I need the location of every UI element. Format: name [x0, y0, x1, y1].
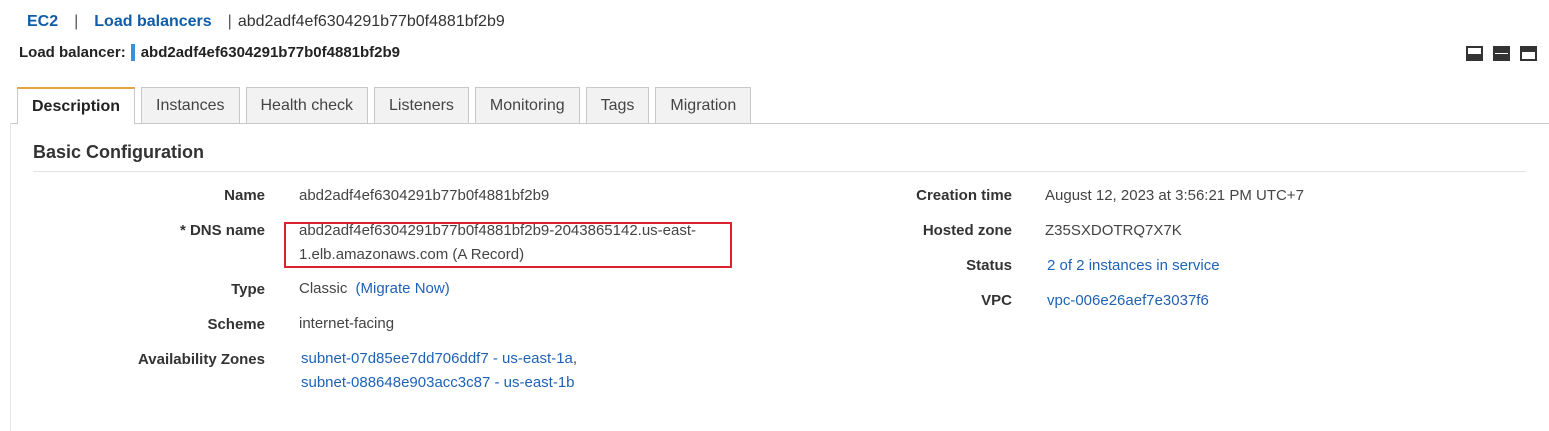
breadcrumb: EC2 | Load balancers | abd2adf4ef6304291…	[27, 13, 505, 31]
dns-name-value-line2: 1.elb.amazonaws.com (A Record)	[299, 246, 525, 263]
status-value: 2 of 2 instances in service	[1047, 254, 1220, 278]
vpc-value: vpc-006e26aef7e3037f6	[1047, 289, 1209, 313]
title-marker	[130, 44, 135, 61]
panel-bottom-icon[interactable]	[1466, 46, 1483, 61]
tab-tags[interactable]: Tags	[585, 87, 650, 123]
breadcrumb-separator: |	[74, 13, 79, 30]
status-link[interactable]: 2 of 2 instances in service	[1047, 257, 1220, 274]
availability-zone-row-1: subnet-07d85ee7dd706ddf7 - us-east-1a,	[301, 347, 577, 371]
type-value: Classic	[299, 280, 348, 297]
breadcrumb-separator: |	[227, 13, 232, 30]
vpc-label: VPC	[981, 292, 1012, 309]
type-label: Type	[231, 281, 265, 298]
az-comma: ,	[572, 350, 578, 367]
dns-name-label: * DNS name	[179, 222, 265, 239]
vpc-link[interactable]: vpc-006e26aef7e3037f6	[1047, 292, 1209, 309]
tab-health-check[interactable]: Health check	[245, 87, 368, 123]
dns-name-value-line1: abd2adf4ef6304291b77b0f4881bf2b9-2043865…	[299, 222, 697, 239]
type-value-row: Classic (Migrate Now)	[299, 277, 450, 301]
tab-bar: Description Instances Health check Liste…	[17, 87, 752, 124]
migrate-now-link[interactable]: (Migrate Now)	[356, 280, 450, 297]
scheme-label: Scheme	[207, 316, 265, 333]
subnet-link-2[interactable]: subnet-088648e903acc3c87 - us-east-1b	[301, 374, 575, 391]
section-title: Basic Configuration	[33, 142, 205, 162]
status-label: Status	[966, 257, 1012, 274]
page-title: Load balancer: abd2adf4ef6304291b77b0f48…	[19, 44, 400, 61]
breadcrumb-ec2-link[interactable]: EC2	[27, 13, 58, 31]
name-value: abd2adf4ef6304291b77b0f4881bf2b9	[299, 187, 550, 204]
creation-time-label: Creation time	[916, 187, 1012, 204]
page-title-name: abd2adf4ef6304291b77b0f4881bf2b9	[140, 44, 401, 61]
tab-monitoring[interactable]: Monitoring	[474, 87, 580, 123]
tab-instances[interactable]: Instances	[141, 87, 240, 123]
availability-zone-row-2: subnet-088648e903acc3c87 - us-east-1b	[301, 371, 575, 395]
tab-migration[interactable]: Migration	[655, 87, 752, 123]
panel-split-icon[interactable]	[1493, 46, 1510, 61]
layout-controls	[1466, 46, 1537, 61]
availability-zones-label: Availability Zones	[138, 351, 265, 368]
breadcrumb-load-balancers-link[interactable]: Load balancers	[94, 13, 211, 31]
panel-border	[10, 123, 11, 431]
breadcrumb-current: abd2adf4ef6304291b77b0f4881bf2b9	[237, 13, 505, 30]
creation-time-value: August 12, 2023 at 3:56:21 PM UTC+7	[1045, 187, 1304, 204]
tab-listeners[interactable]: Listeners	[374, 87, 469, 123]
scheme-value: internet-facing	[299, 315, 395, 332]
section-divider	[33, 171, 1526, 172]
tab-description[interactable]: Description	[17, 87, 136, 124]
subnet-link-1[interactable]: subnet-07d85ee7dd706ddf7 - us-east-1a	[301, 350, 573, 367]
page-title-label: Load balancer:	[19, 44, 126, 61]
hosted-zone-value: Z35SXDOTRQ7X7K	[1045, 222, 1182, 239]
name-label: Name	[224, 187, 265, 204]
hosted-zone-label: Hosted zone	[922, 222, 1012, 239]
panel-top-icon[interactable]	[1520, 46, 1537, 61]
